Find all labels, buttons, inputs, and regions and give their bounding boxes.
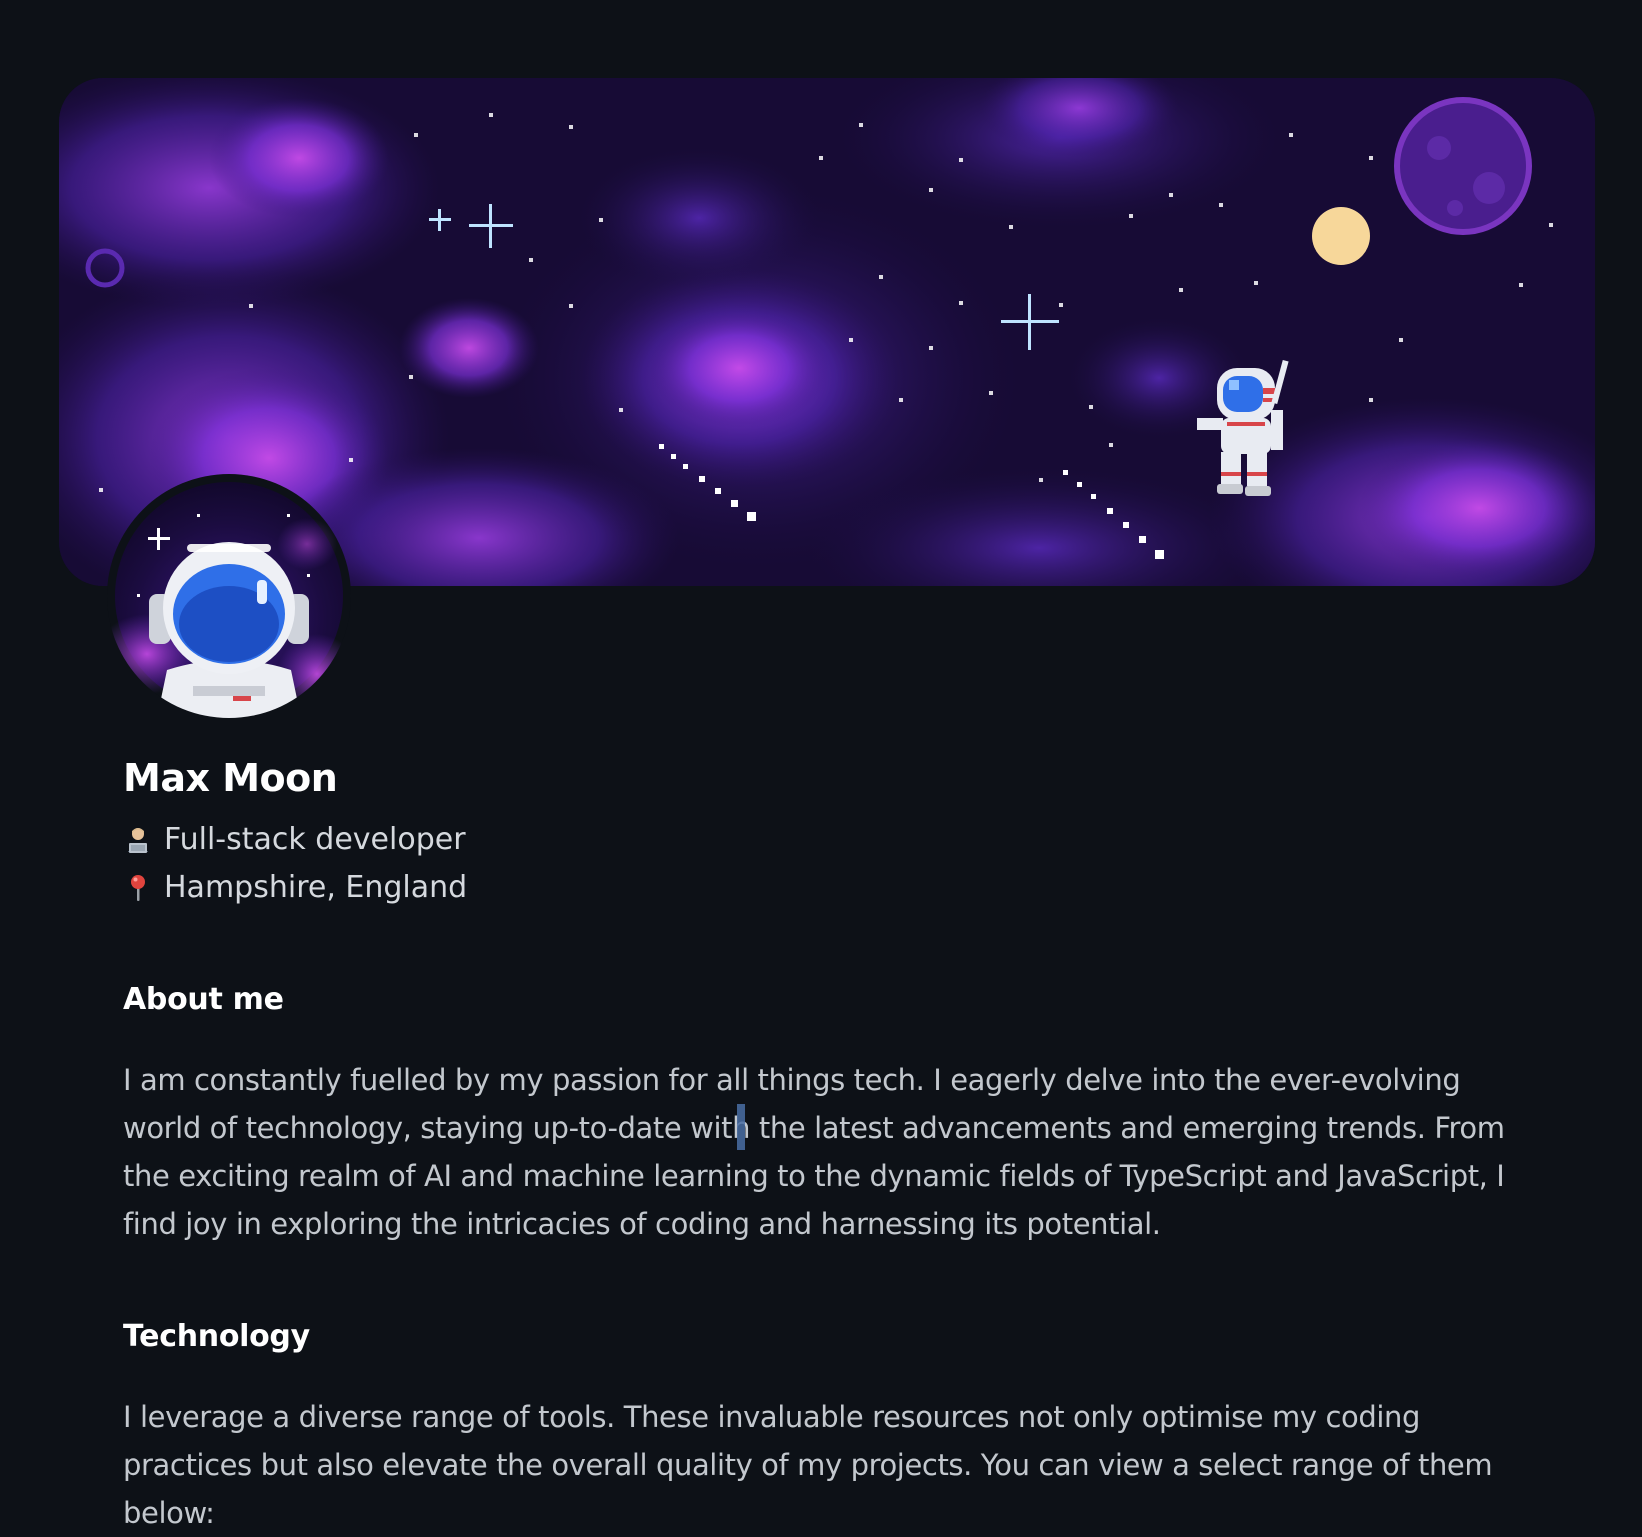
profile-location: Hampshire, England: [123, 866, 467, 910]
about-paragraph[interactable]: I am constantly fuelled by my passion fo…: [123, 1056, 1523, 1248]
profile-role: Full-stack developer: [123, 818, 466, 862]
technology-paragraph[interactable]: I leverage a diverse range of tools. The…: [123, 1393, 1523, 1537]
profile-location-label: Hampshire, England: [164, 870, 468, 905]
technology-heading: Technology: [123, 1319, 310, 1354]
text-cursor: [737, 1104, 745, 1150]
about-heading: About me: [123, 982, 284, 1017]
technologist-emoji-icon: [123, 825, 153, 855]
round-pushpin-emoji-icon: [123, 873, 153, 903]
profile-name: Max Moon: [123, 756, 338, 800]
profile-avatar: [107, 474, 351, 718]
profile-role-label: Full-stack developer: [164, 822, 466, 857]
